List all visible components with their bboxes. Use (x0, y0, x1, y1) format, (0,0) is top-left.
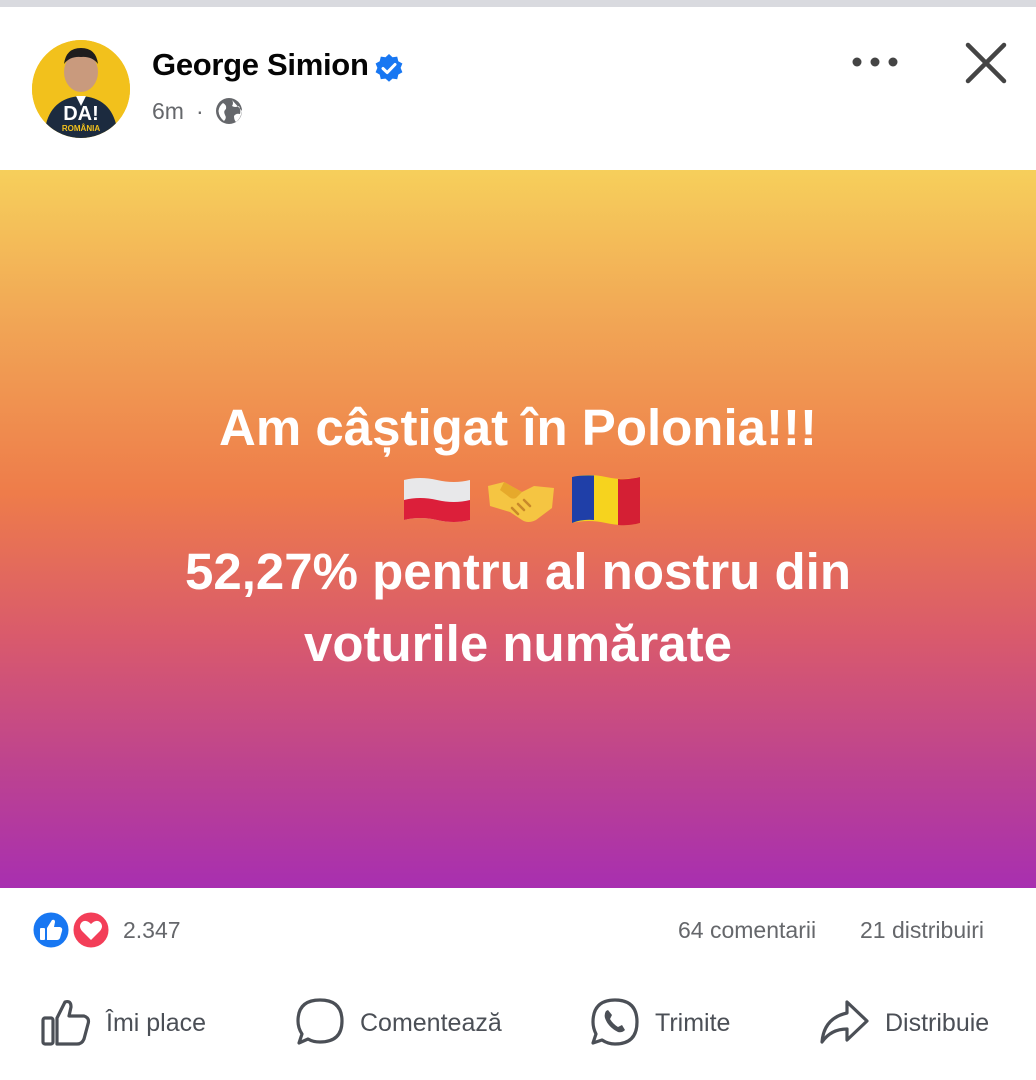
share-icon (820, 1000, 869, 1044)
post-background: Am câștigat în Polonia!!! 52,27% pentru … (0, 170, 1036, 888)
comment-button[interactable]: Comentează (294, 996, 524, 1052)
post-text-line1: Am câștigat în Polonia!!! (219, 399, 817, 456)
like-label: Îmi place (106, 1009, 207, 1037)
handshake-icon (488, 482, 554, 522)
reactions-row: 2.347 64 comentarii 21 distribuiri (0, 888, 1036, 974)
post-time[interactable]: 6m (152, 98, 184, 125)
like-button[interactable]: Îmi place (40, 996, 230, 1052)
flag-poland-icon (404, 478, 470, 522)
comments-count[interactable]: 64 comentarii (678, 917, 816, 944)
avatar[interactable]: DA! ROMÂNIA (32, 40, 130, 138)
time-separator: · (196, 98, 204, 124)
close-icon[interactable] (960, 37, 1012, 89)
whatsapp-icon (591, 998, 639, 1046)
svg-text:DA!: DA! (63, 103, 99, 125)
top-bar (0, 0, 1036, 7)
send-button[interactable]: Trimite (589, 996, 759, 1052)
post-text-line2: 52,27% pentru al nostru din (185, 543, 851, 600)
comment-label: Comentează (360, 1009, 502, 1037)
share-button[interactable]: Distribuie (818, 996, 1018, 1052)
reaction-count[interactable]: 2.347 (123, 917, 181, 944)
svg-text:ROMÂNIA: ROMÂNIA (62, 124, 100, 133)
send-label: Trimite (655, 1009, 731, 1037)
post-text: Am câștigat în Polonia!!! 52,27% pentru … (0, 392, 1036, 680)
more-options-icon[interactable] (848, 45, 902, 79)
like-reaction-icon[interactable] (30, 909, 72, 951)
emoji-row (0, 464, 1036, 536)
author-name[interactable]: George Simion (152, 47, 369, 83)
actions-row: Îmi place Comentează Trimite Distribuie (0, 974, 1036, 1080)
share-label: Distribuie (885, 1009, 990, 1037)
globe-icon (216, 98, 242, 124)
comment-icon (296, 998, 344, 1045)
thumbs-up-icon (41, 999, 91, 1046)
post-header: DA! ROMÂNIA George Simion 6m · (0, 7, 1036, 170)
post-text-line3: voturile numărate (304, 615, 732, 672)
flag-romania-icon (572, 475, 640, 526)
love-reaction-icon[interactable] (70, 909, 112, 951)
verified-badge-icon (375, 54, 403, 82)
shares-count[interactable]: 21 distribuiri (860, 917, 984, 944)
